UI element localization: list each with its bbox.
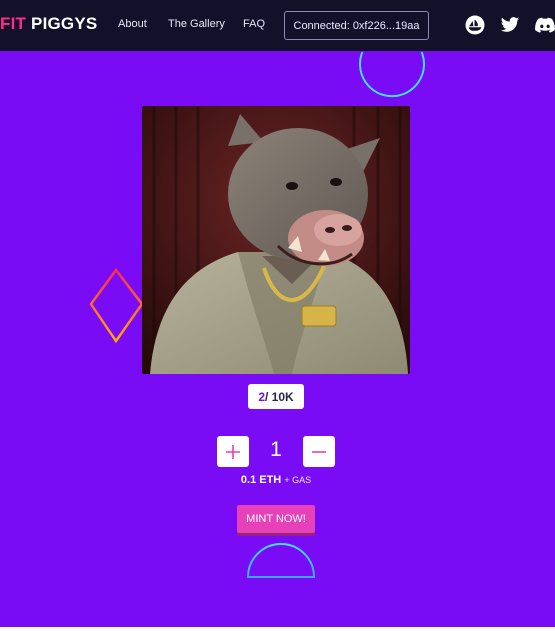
- discord-icon[interactable]: [535, 15, 555, 35]
- price-gas: + GAS: [284, 475, 312, 485]
- minted-count: 2: [258, 389, 265, 404]
- nav-link-faq[interactable]: FAQ: [243, 18, 265, 30]
- navbar: FIT PIGGYS About The Gallery FAQ Connect…: [0, 0, 555, 51]
- brand-logo[interactable]: FIT PIGGYS: [0, 14, 97, 34]
- nft-preview-image: [142, 106, 410, 374]
- minted-counter: 2 / 10K: [248, 384, 304, 409]
- page-bottom-border: [0, 627, 555, 631]
- plus-icon: [226, 444, 240, 459]
- mint-price: 0.1 ETH + GAS: [0, 474, 552, 486]
- nav-link-about[interactable]: About: [118, 18, 147, 30]
- boar-character-illustration: [142, 106, 410, 374]
- twitter-icon[interactable]: [500, 15, 520, 35]
- nav-link-gallery[interactable]: The Gallery: [168, 18, 225, 30]
- total-supply: / 10K: [265, 389, 294, 404]
- brand-logo-fit: FIT: [0, 14, 27, 33]
- opensea-icon[interactable]: [465, 15, 485, 35]
- wallet-connect-button[interactable]: Connected: 0xf226...19aa: [284, 11, 429, 40]
- price-eth: 0.1 ETH: [240, 474, 282, 486]
- cyan-ring-decoration: [359, 51, 425, 98]
- diamond-decoration: [89, 267, 144, 344]
- minus-icon: [312, 450, 326, 453]
- cyan-half-circle-decoration: [246, 543, 316, 578]
- increase-quantity-button[interactable]: [217, 436, 249, 467]
- brand-logo-piggys: PIGGYS: [31, 14, 98, 33]
- mint-now-button[interactable]: MINT NOW!: [237, 505, 315, 533]
- decrease-quantity-button[interactable]: [303, 436, 335, 467]
- mint-quantity: 1: [270, 438, 282, 461]
